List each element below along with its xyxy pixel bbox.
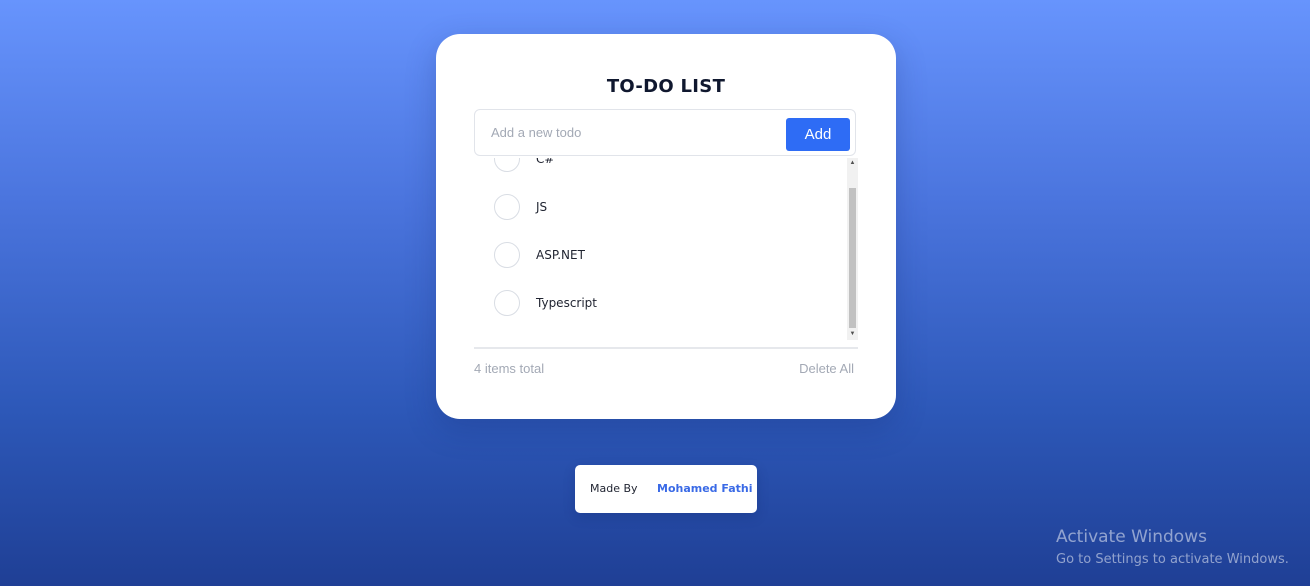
credit-box: Made By Mohamed Fathi (575, 465, 757, 513)
footer-divider (474, 347, 858, 349)
complete-toggle-circle[interactable] (494, 158, 520, 172)
scroll-down-icon[interactable]: ▼ (847, 329, 858, 340)
todo-list-container: C# JS ASP.NET Typescript ▲ ▼ (474, 158, 858, 340)
new-todo-input[interactable] (476, 111, 776, 154)
todo-list: C# JS ASP.NET Typescript (474, 158, 846, 328)
activation-watermark-subtitle: Go to Settings to activate Windows. (1056, 552, 1289, 567)
complete-toggle-circle[interactable] (494, 194, 520, 220)
scroll-thumb[interactable] (849, 188, 856, 328)
todo-item: C# (474, 158, 846, 184)
complete-toggle-circle[interactable] (494, 242, 520, 268)
author-link[interactable]: Mohamed Fathi (657, 482, 753, 495)
todo-item: ASP.NET (474, 232, 846, 280)
todo-card: TO-DO LIST Add C# JS ASP.NET Typescript (436, 34, 896, 419)
items-total: 4 items total (474, 361, 545, 376)
todo-item: Typescript (474, 280, 846, 328)
todo-item-text: ASP.NET (536, 248, 585, 262)
add-button[interactable]: Add (786, 118, 850, 151)
scroll-up-icon[interactable]: ▲ (847, 158, 858, 169)
todo-item-text: Typescript (536, 296, 598, 310)
todo-item-text: C# (536, 158, 555, 166)
activation-watermark-title: Activate Windows (1056, 527, 1207, 547)
list-scrollbar[interactable]: ▲ ▼ (847, 158, 858, 340)
delete-all-button[interactable]: Delete All (799, 361, 854, 376)
add-todo-form: Add (474, 109, 856, 156)
complete-toggle-circle[interactable] (494, 290, 520, 316)
todo-item: JS (474, 184, 846, 232)
credit-label: Made By (590, 482, 638, 495)
page-title: TO-DO LIST (606, 76, 726, 97)
todo-item-text: JS (536, 200, 548, 214)
